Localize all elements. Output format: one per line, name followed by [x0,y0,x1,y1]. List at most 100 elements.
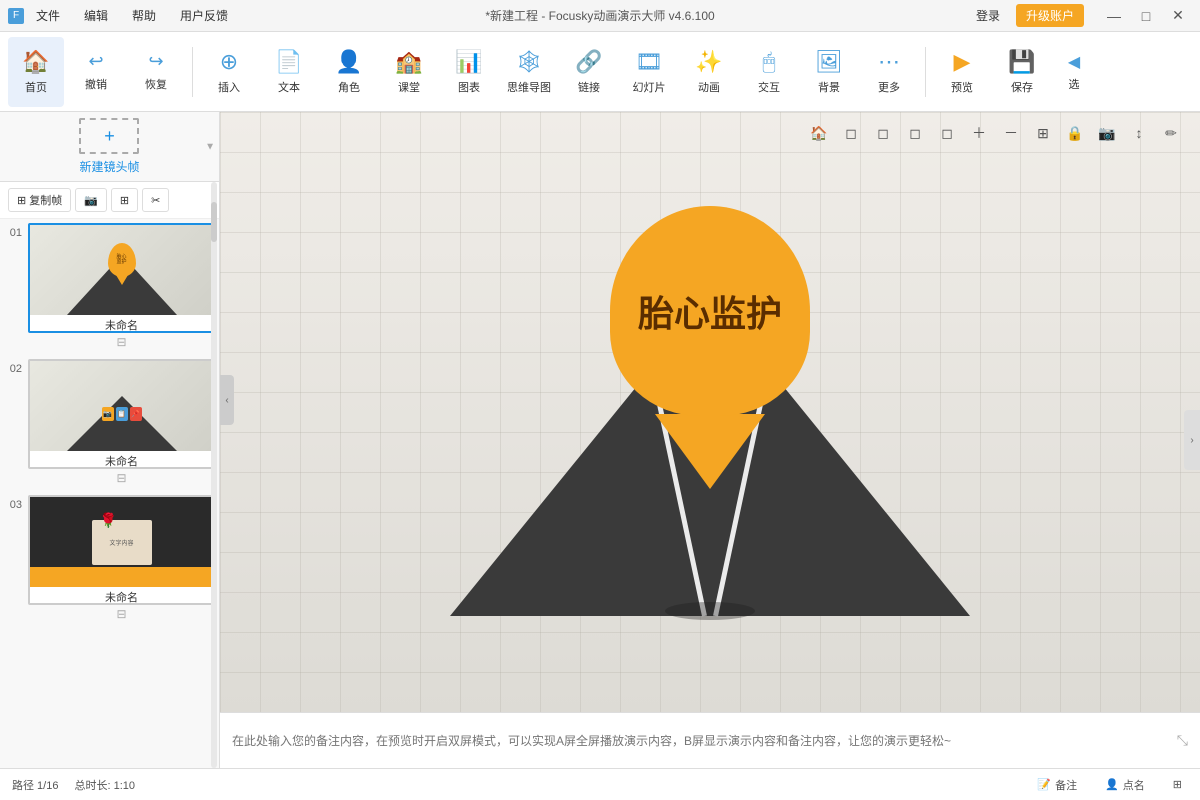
notes-expand-icon[interactable]: ⤡ [1177,732,1188,749]
main-layout: + 新建镜头帧 ▼ ⊞ 复制帧 📷 ⊞ ✂ 01 [0,112,1200,768]
scissors-icon: ✂ [151,194,160,207]
canvas-area[interactable]: 🏠 ◻ ◻ ◻ ◻ ＋ － ⊞ 🔒 📷 ↕ ✏ [220,112,1200,768]
toolbar-animation[interactable]: ✨ 动画 [681,37,737,107]
slide-number-2: 02 [4,363,22,375]
canvas-duplicate-icon[interactable]: ◻ [902,120,928,146]
thumb2-bg: 📷 📋 📌 [30,361,213,451]
toolbar-select[interactable]: ◀ 选 [1054,37,1094,107]
notes-button[interactable]: 📝 备注 [1031,775,1083,795]
minimize-button[interactable]: — [1100,6,1128,26]
canvas-copy-icon[interactable]: ◻ [838,120,864,146]
slide-footer-1: ⊟ [28,333,215,351]
toolbar-home[interactable]: 🏠 首页 [8,37,64,107]
scroll-indicator: ▼ [205,141,215,152]
left-collapse-button[interactable]: ‹ [220,375,234,425]
left-scroll [211,182,217,768]
flower-icon: 🌹 [100,512,117,529]
canvas-paste-icon[interactable]: ◻ [870,120,896,146]
thumb3-bg: 🌹 文字内容 [30,497,213,587]
toolbar-undo[interactable]: ↩ 撤销 [68,37,124,107]
fullscreen-status-button[interactable]: ⊞ [1167,776,1188,793]
text-icon: 📄 [275,49,302,75]
expand-icon-3[interactable]: ⊟ [116,607,126,621]
toolbar-chart[interactable]: 📊 图表 [441,37,497,107]
list-item[interactable]: 🌹 文字内容 未命名 [28,495,215,605]
canvas-toolbar: 🏠 ◻ ◻ ◻ ◻ ＋ － ⊞ 🔒 📷 ↕ ✏ [806,120,1184,146]
toolbar-background[interactable]: 🖼 背景 [801,37,857,107]
notes-label: 备注 [1055,777,1077,793]
toolbar-redo[interactable]: ↪ 恢复 [128,37,184,107]
canvas-lock-icon[interactable]: 🔒 [1062,120,1088,146]
app-icon: F [8,8,24,24]
maximize-button[interactable]: □ [1132,6,1160,26]
new-frame-area[interactable]: + 新建镜头帧 ▼ [0,112,219,182]
list-item[interactable]: 📷 📋 📌 未命名 [28,359,215,469]
pin-head: 胎心监护 [610,206,810,416]
slide-number-1: 01 [4,227,22,239]
canvas-edit-icon[interactable]: ✏ [1158,120,1184,146]
title-bar-left: F 文件 编辑 帮助 用户反馈 [8,5,232,26]
home-icon: 🏠 [22,49,49,75]
thumb3-book: 🌹 文字内容 [92,520,152,565]
title-bar-right: 登录 升级账户 — □ ✕ [968,4,1192,27]
slide-name-3: 未命名 [30,587,213,605]
canvas-group-icon[interactable]: ◻ [934,120,960,146]
toolbar-classroom[interactable]: 🏫 课堂 [381,37,437,107]
pin-tail [655,414,765,489]
pin-text: 胎心监护 [638,285,782,337]
expand-icon-1[interactable]: ⊟ [116,335,126,349]
canvas-home-icon[interactable]: 🏠 [806,120,832,146]
left-panel: + 新建镜头帧 ▼ ⊞ 复制帧 📷 ⊞ ✂ 01 [0,112,220,768]
save-icon: 💾 [1008,49,1035,75]
callname-icon: 👤 [1105,778,1119,791]
thumb3-orange-bar [30,567,213,587]
right-collapse-button[interactable]: › [1184,410,1200,470]
more-icon: ⋯ [878,49,900,75]
copy-frame-button[interactable]: ⊞ 复制帧 [8,188,71,212]
menu-help[interactable]: 帮助 [128,5,160,26]
app-title: *新建工程 - Focusky动画演示大师 v4.6.100 [485,7,714,24]
notes-input[interactable] [232,734,1177,748]
fullscreen-button[interactable]: ⊞ [111,188,138,212]
toolbar-mindmap[interactable]: 🕸 思维导图 [501,37,557,107]
screenshot-button[interactable]: 📷 [75,188,107,212]
toolbar-interact[interactable]: 🖱 交互 [741,37,797,107]
character-icon: 👤 [335,49,362,75]
toolbar-more[interactable]: ⋯ 更多 [861,37,917,107]
toolbar-bg-label: 背景 [818,79,840,95]
table-row: 03 🌹 文字内容 未命名 [4,495,215,623]
menu-file[interactable]: 文件 [32,5,64,26]
menu-bar[interactable]: 文件 编辑 帮助 用户反馈 [32,5,232,26]
thumb2-icon-a: 📷 [102,407,114,421]
list-item[interactable]: 胎心监护 未命名 [28,223,215,333]
thumb2-icons: 📷 📋 📌 [102,407,142,421]
duration-info: 总时长: 1:10 [74,777,135,793]
menu-feedback[interactable]: 用户反馈 [176,5,232,26]
thumb2-icon-c: 📌 [130,407,142,421]
toolbar-save[interactable]: 💾 保存 [994,37,1050,107]
canvas-zoom-in-icon[interactable]: ＋ [966,120,992,146]
slide-thumb-inner-3: 🌹 文字内容 [30,497,213,587]
canvas-camera-icon[interactable]: 📷 [1094,120,1120,146]
left-scroll-thumb[interactable] [211,202,217,242]
login-button[interactable]: 登录 [968,5,1008,26]
table-row: 01 胎心监护 未命名 [4,223,215,351]
close-button[interactable]: ✕ [1164,6,1192,26]
toolbar-preview[interactable]: ▶ 预览 [934,37,990,107]
callname-button[interactable]: 👤 点名 [1099,775,1151,795]
toolbar-link-label: 链接 [578,79,600,95]
toolbar-character[interactable]: 👤 角色 [321,37,377,107]
canvas-fit-icon[interactable]: ⊞ [1030,120,1056,146]
menu-edit[interactable]: 编辑 [80,5,112,26]
upgrade-button[interactable]: 升级账户 [1016,4,1084,27]
new-frame-inner: + 新建镜头帧 [79,118,139,175]
toolbar-select-label: 选 [1069,76,1080,92]
expand-icon-2[interactable]: ⊟ [116,471,126,485]
canvas-resize-icon[interactable]: ↕ [1126,120,1152,146]
canvas-zoom-out-icon[interactable]: － [998,120,1024,146]
toolbar-insert[interactable]: ⊕ 插入 [201,37,257,107]
toolbar-text[interactable]: 📄 文本 [261,37,317,107]
cut-button[interactable]: ✂ [142,188,169,212]
toolbar-link[interactable]: 🔗 链接 [561,37,617,107]
toolbar-slides[interactable]: 🎞 幻灯片 [621,37,677,107]
